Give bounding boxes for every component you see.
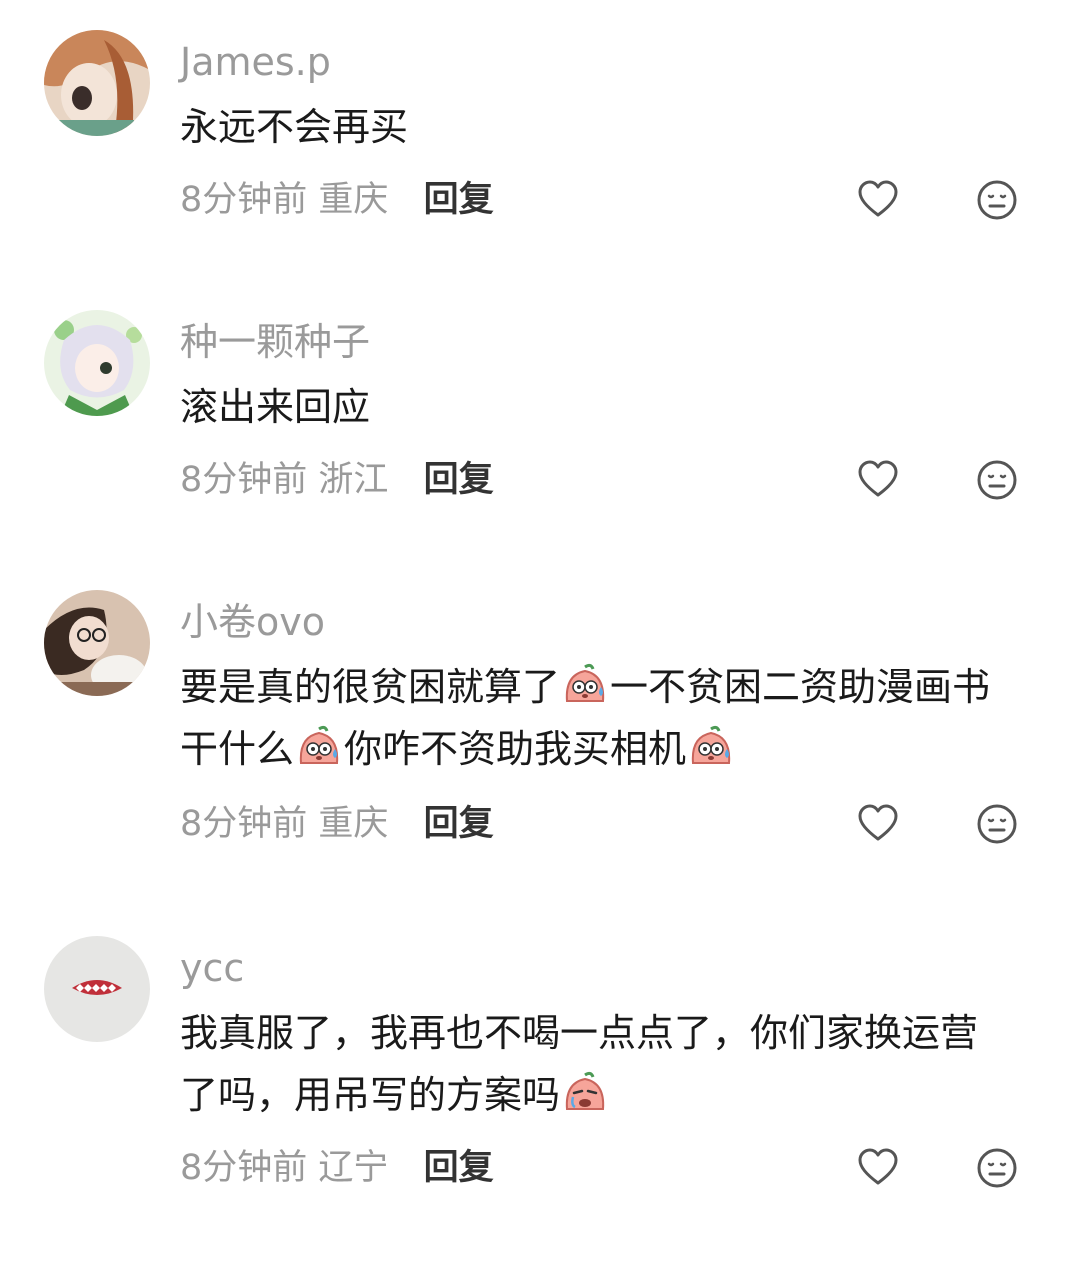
comment-line: 滚出来回应 xyxy=(180,385,371,429)
timestamp: 8分钟前 xyxy=(180,180,308,220)
reply-button[interactable]: 回复 xyxy=(424,1148,494,1188)
comment-meta: 8分钟前 重庆 回复 xyxy=(180,178,494,222)
neutral-face-icon[interactable] xyxy=(975,458,1019,502)
username[interactable]: ycc xyxy=(180,946,244,990)
neutral-face-icon[interactable] xyxy=(975,178,1019,222)
heart-outline-icon[interactable] xyxy=(856,458,900,502)
comment-line: 要是真的很贫困就算了 一不贫困二资助漫画书 xyxy=(180,656,1050,718)
location: 重庆 xyxy=(318,804,389,844)
heart-outline-icon[interactable] xyxy=(856,802,900,846)
reply-button[interactable]: 回复 xyxy=(424,460,494,500)
comment-text-segment: 干什么 xyxy=(180,727,295,771)
comment-meta: 8分钟前 浙江 回复 xyxy=(180,458,494,502)
heart-outline-icon[interactable] xyxy=(856,1146,900,1190)
comment-meta: 8分钟前 重庆 回复 xyxy=(180,802,494,846)
comment-text-segment: 要是真的很贫困就算了 xyxy=(180,665,561,709)
avatar[interactable] xyxy=(44,30,150,136)
comment-line: 我真服了，我再也不喝一点点了，你们家换运营 xyxy=(180,1011,979,1055)
heart-outline-icon[interactable] xyxy=(856,178,900,222)
neutral-face-icon[interactable] xyxy=(975,802,1019,846)
username[interactable]: 小卷ovo xyxy=(180,600,325,644)
comment-text: 要是真的很贫困就算了 一不贫困二资助漫画书 干什么 你咋不资助我买相机 xyxy=(180,656,1050,780)
username[interactable]: 种一颗种子 xyxy=(180,320,370,364)
sweating-peach-emoji xyxy=(295,723,343,771)
comment-meta: 8分钟前 辽宁 回复 xyxy=(180,1146,494,1190)
location: 重庆 xyxy=(318,180,389,220)
sweating-peach-emoji xyxy=(687,723,735,771)
comment-text: 我真服了，我再也不喝一点点了，你们家换运营 了吗，用吊写的方案吗 xyxy=(180,1002,1050,1126)
comment-text-segment: 一不贫困二资助漫画书 xyxy=(610,665,991,709)
comment-line: 永远不会再买 xyxy=(180,105,409,149)
username[interactable]: James.p xyxy=(180,40,331,84)
comment-text: 永远不会再买 xyxy=(180,96,1050,158)
comment-text: 滚出来回应 xyxy=(180,376,1050,438)
comment-line: 干什么 你咋不资助我买相机 xyxy=(180,718,1050,780)
timestamp: 8分钟前 xyxy=(180,1148,308,1188)
location: 辽宁 xyxy=(318,1148,389,1188)
reply-button[interactable]: 回复 xyxy=(424,804,494,844)
avatar[interactable] xyxy=(44,590,150,696)
reply-button[interactable]: 回复 xyxy=(424,180,494,220)
neutral-face-icon[interactable] xyxy=(975,1146,1019,1190)
avatar[interactable] xyxy=(44,936,150,1042)
avatar[interactable] xyxy=(44,310,150,416)
crying-peach-emoji xyxy=(561,1069,609,1117)
location: 浙江 xyxy=(318,460,389,500)
timestamp: 8分钟前 xyxy=(180,804,308,844)
comment-text-segment: 你咋不资助我买相机 xyxy=(344,727,687,771)
comment-line: 了吗，用吊写的方案吗 xyxy=(180,1064,1050,1126)
timestamp: 8分钟前 xyxy=(180,460,308,500)
sweating-peach-emoji xyxy=(561,661,609,709)
comment-text-segment: 了吗，用吊写的方案吗 xyxy=(180,1073,561,1117)
